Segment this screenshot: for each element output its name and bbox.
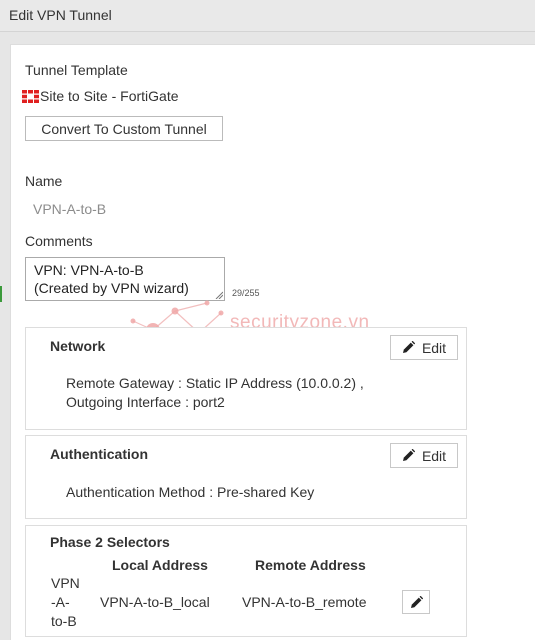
- comments-textarea[interactable]: VPN: VPN-A-to-B (Created by VPN wizard): [25, 257, 225, 301]
- phase2-row-local: VPN-A-to-B_local: [100, 594, 210, 610]
- network-edit-button[interactable]: Edit: [390, 335, 458, 360]
- name-label: Name: [25, 173, 63, 189]
- phase2-col-local: Local Address: [112, 557, 208, 573]
- network-title: Network: [50, 338, 106, 354]
- name-value: VPN-A-to-B: [33, 201, 107, 217]
- authentication-edit-label: Edit: [421, 447, 447, 464]
- window-title: Edit VPN Tunnel: [9, 7, 112, 23]
- authentication-method: Authentication Method : Pre-shared Key: [66, 484, 315, 500]
- pencil-icon: [402, 449, 415, 461]
- phase2-selectors-section: Phase 2 Selectors Local Address Remote A…: [25, 525, 467, 637]
- network-edit-label: Edit: [421, 339, 447, 356]
- comments-line-1: VPN: VPN-A-to-B: [34, 262, 144, 278]
- phase2-row-name-3: to-B: [51, 613, 77, 629]
- title-bar: Edit VPN Tunnel: [0, 0, 535, 32]
- tunnel-template-label: Tunnel Template: [25, 62, 128, 78]
- authentication-title: Authentication: [50, 446, 148, 462]
- resize-grip-icon[interactable]: [215, 291, 223, 299]
- network-section: Network Edit Remote Gateway : Static IP …: [25, 327, 467, 430]
- pencil-icon: [410, 595, 423, 608]
- phase2-col-remote: Remote Address: [255, 557, 366, 573]
- phase2-title: Phase 2 Selectors: [50, 534, 170, 550]
- convert-custom-tunnel-button[interactable]: Convert To Custom Tunnel: [25, 116, 223, 141]
- left-edge-marker: [0, 286, 2, 302]
- fortigate-logo-icon: [22, 89, 39, 103]
- comments-line-2: (Created by VPN wizard): [34, 280, 189, 296]
- tunnel-template-value: Site to Site - FortiGate: [22, 87, 179, 105]
- network-outgoing-interface: Outgoing Interface : port2: [66, 394, 225, 410]
- network-remote-gateway: Remote Gateway : Static IP Address (10.0…: [66, 375, 364, 391]
- phase2-row-edit-button[interactable]: [402, 590, 430, 614]
- comments-char-counter: 29/255: [232, 288, 260, 298]
- authentication-section: Authentication Edit Authentication Metho…: [25, 435, 467, 519]
- phase2-row-name-1: VPN: [51, 575, 80, 591]
- phase2-row-name-2: -A-: [51, 594, 70, 610]
- comments-label: Comments: [25, 233, 93, 249]
- pencil-icon: [402, 341, 415, 353]
- phase2-row-remote: VPN-A-to-B_remote: [242, 594, 367, 610]
- authentication-edit-button[interactable]: Edit: [390, 443, 458, 468]
- tunnel-template-name: Site to Site - FortiGate: [40, 88, 179, 104]
